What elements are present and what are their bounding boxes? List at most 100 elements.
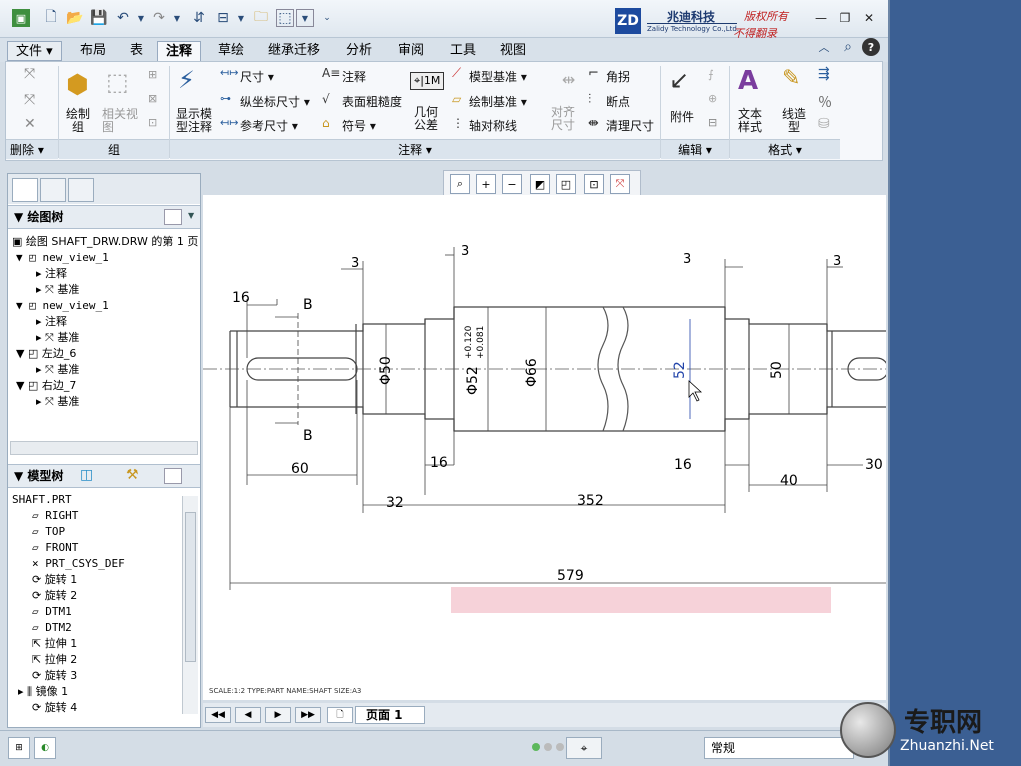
model-tree-root[interactable]: SHAFT.PRT <box>12 492 72 508</box>
save-icon[interactable]: 💾 <box>90 9 108 27</box>
section-label-b-top[interactable]: B <box>303 297 313 313</box>
find-icon[interactable]: ⌖ <box>566 737 602 759</box>
tree-item-right-view[interactable]: ▼ ◰ 右边_7 <box>16 378 76 394</box>
new-page-icon[interactable]: 🗋 <box>327 707 353 723</box>
tab-drawing-tree-icon[interactable] <box>12 178 38 202</box>
dim-3-b[interactable]: 3 <box>461 244 469 259</box>
dim-3-c[interactable]: 3 <box>683 252 691 267</box>
delete-tool-1-icon[interactable]: ⤧ <box>24 66 35 82</box>
group-tool-3-icon[interactable]: ⊡ <box>148 116 157 129</box>
customize-toolbar-icon[interactable]: ⌄ <box>318 9 336 27</box>
surface-finish-icon[interactable]: √ <box>322 92 330 106</box>
previous-page-icon[interactable]: ◀ <box>235 707 261 723</box>
geometric-tolerance-button[interactable]: 几何 公差 <box>414 106 438 132</box>
tree-item-view-1-datums[interactable]: ▸ ⤧ 基准 <box>36 282 79 298</box>
open-folder-icon[interactable]: 📂 <box>66 9 84 27</box>
ordinate-dimension-button[interactable]: 纵坐标尺寸 ▾ <box>240 93 310 110</box>
model-item-extrude-2[interactable]: ⇱ 拉伸 2 <box>32 652 77 668</box>
group-edit[interactable]: 编辑 ▾ <box>661 139 729 159</box>
attach-icon[interactable]: ↙ <box>669 66 689 94</box>
group-annotate[interactable]: 注释 ▾ <box>170 139 660 159</box>
help-icon[interactable]: ? <box>862 38 880 56</box>
model-item-csys[interactable]: ⨯ PRT_CSYS_DEF <box>32 556 125 572</box>
first-page-icon[interactable]: ◀◀ <box>205 707 231 723</box>
draw-datum-button[interactable]: 绘制基准 ▾ <box>469 93 527 110</box>
axis-symmetry-icon[interactable]: ⋮ <box>452 116 464 130</box>
undo-icon[interactable]: ↶ <box>114 9 132 27</box>
reference-dimension-icon[interactable]: ↤↦ <box>220 116 238 129</box>
zoom-out-icon[interactable]: − <box>502 174 522 194</box>
format-tool-2-icon[interactable]: ％ <box>818 92 832 112</box>
edit-tool-1-icon[interactable]: ⨍ <box>708 68 714 81</box>
tree-settings-icon[interactable] <box>164 209 182 225</box>
text-style-icon[interactable]: A <box>738 66 758 96</box>
annotation-display-icon[interactable]: ⊡ <box>584 174 604 194</box>
group-tool-1-icon[interactable]: ⊞ <box>148 68 157 81</box>
tree-item-left-view[interactable]: ▼ ◰ 左边_6 <box>16 346 76 362</box>
group-tool-2-icon[interactable]: ⊠ <box>148 92 157 105</box>
jog-icon[interactable]: ⌐ <box>588 66 599 81</box>
display-style-icon[interactable]: ◰ <box>556 174 576 194</box>
next-page-icon[interactable]: ▶ <box>265 707 291 723</box>
tree-item-view-2-notes[interactable]: ▸ 注释 <box>36 314 67 330</box>
delete-tool-2-icon[interactable]: ⤧ <box>24 92 35 108</box>
zoom-in-icon[interactable]: + <box>476 174 496 194</box>
minimize-button[interactable]: — <box>812 10 830 26</box>
datum-display-icon[interactable]: ⤧ <box>610 174 630 194</box>
tab-review[interactable]: 审阅 <box>390 41 432 61</box>
horizontal-scrollbar[interactable] <box>10 441 198 455</box>
tree-item-view-2[interactable]: ▼ ◰ new_view_1 <box>16 298 109 314</box>
undo-dropdown-icon[interactable]: ▼ <box>132 9 150 27</box>
clean-dimensions-button[interactable]: 清理尺寸 <box>606 117 654 134</box>
jog-button[interactable]: 角拐 <box>606 68 630 85</box>
model-display-icon[interactable]: ◫ <box>80 467 93 483</box>
tab-annotate[interactable]: 注释 <box>157 41 202 61</box>
dim-50[interactable]: 50 <box>769 361 785 379</box>
windows-icon[interactable]: ⊟ <box>214 9 232 27</box>
format-tool-1-icon[interactable]: ⇶ <box>818 66 830 82</box>
dim-352[interactable]: 352 <box>577 493 604 509</box>
vertical-scrollbar[interactable] <box>182 496 198 714</box>
related-view-icon[interactable]: ⬚ <box>106 68 129 96</box>
delete-icon[interactable]: ✕ <box>24 116 36 132</box>
dim-30[interactable]: 30 <box>865 457 883 473</box>
close-button[interactable]: ✕ <box>860 10 878 26</box>
model-item-extrude-1[interactable]: ⇱ 拉伸 1 <box>32 636 77 652</box>
line-style-icon[interactable]: ✎ <box>782 66 800 91</box>
dim-60[interactable]: 60 <box>291 461 309 477</box>
dim-3-a[interactable]: 3 <box>351 256 359 271</box>
model-item-revolve-4[interactable]: ⟳ 旋转 4 <box>32 700 77 716</box>
reference-dimension-button[interactable]: 参考尺寸 ▾ <box>240 117 298 134</box>
line-style-button[interactable]: 线造 型 <box>782 108 806 134</box>
dim-16-top[interactable]: 16 <box>232 290 250 306</box>
tree-item-view-2-datums[interactable]: ▸ ⤧ 基准 <box>36 330 79 346</box>
clean-dimensions-icon[interactable]: ⇼ <box>588 116 599 131</box>
model-item-dtm2[interactable]: ▱ DTM2 <box>32 620 72 636</box>
model-tools-icon[interactable]: ⚒ <box>126 467 139 483</box>
group-group[interactable]: 组 <box>59 139 169 159</box>
surface-finish-button[interactable]: 表面粗糙度 <box>342 93 402 110</box>
note-button[interactable]: 注释 <box>342 68 366 85</box>
show-model-annotations-icon[interactable]: ⚡ <box>178 66 195 94</box>
drawing-tree-root[interactable]: ▣ 绘图 SHAFT_DRW.DRW 的第 1 页 <box>12 234 198 250</box>
new-file-icon[interactable]: 🗋 <box>42 9 60 27</box>
model-item-right[interactable]: ▱ RIGHT <box>32 508 78 524</box>
tab-tools[interactable]: 工具 <box>442 41 484 61</box>
collapse-ribbon-icon[interactable]: ︿ <box>815 38 833 56</box>
dimension-icon[interactable]: ↤↦ <box>220 66 238 79</box>
related-view-button[interactable]: 相关视 图 <box>102 108 138 134</box>
model-item-top[interactable]: ▱ TOP <box>32 524 65 540</box>
model-item-front[interactable]: ▱ FRONT <box>32 540 78 556</box>
axis-symmetry-button[interactable]: 轴对称线 <box>469 117 517 134</box>
redo-icon[interactable]: ↷ <box>150 9 168 27</box>
dim-dia-52[interactable]: Φ52 <box>465 366 481 395</box>
dim-32[interactable]: 32 <box>386 495 404 511</box>
model-datum-button[interactable]: 模型基准 ▾ <box>469 68 527 85</box>
show-model-annotations-button[interactable]: 显示模 型注释 <box>176 108 212 134</box>
model-tree-settings-icon[interactable] <box>164 468 182 484</box>
format-tool-3-icon[interactable]: ⛁ <box>818 116 830 132</box>
model-item-mirror-1[interactable]: ▸ ⫼ 镜像 1 <box>18 684 68 700</box>
navigator-toggle-icon[interactable]: ⊞ <box>8 737 30 759</box>
regenerate-icon[interactable]: ⇵ <box>190 9 208 27</box>
group-format[interactable]: 格式 ▾ <box>730 139 840 159</box>
